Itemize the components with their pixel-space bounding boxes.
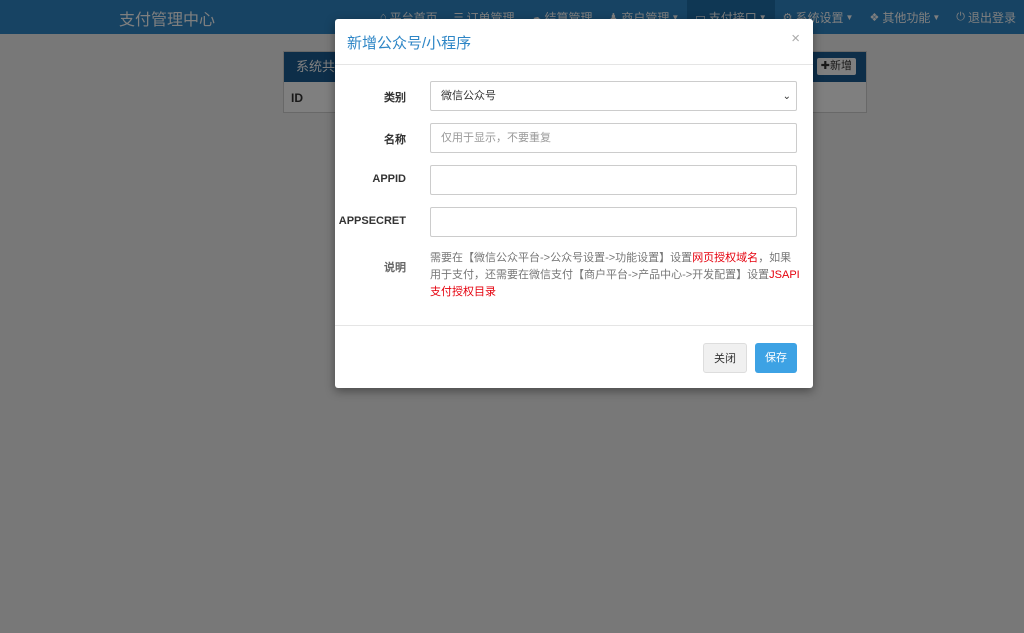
modal-header: 新增公众号/小程序 × [335,19,813,65]
name-row: 名称 仅用于显示，不要重复 [335,123,813,153]
modal-title: 新增公众号/小程序 [347,35,472,52]
appid-label: APPID [372,173,406,185]
name-label: 名称 [384,134,406,146]
description-label: 说明 [384,262,406,274]
appsecret-label: APPSECRET [338,215,406,227]
appid-input[interactable] [430,165,797,195]
description-text: 需要在【微信公众平台->公众号设置->功能设置】设置网页授权域名，如果用于支付，… [430,252,800,298]
name-input[interactable]: 仅用于显示，不要重复 [430,123,797,153]
appsecret-input[interactable] [430,207,797,237]
type-label: 类别 [384,92,406,104]
appsecret-row: APPSECRET [335,207,813,237]
name-placeholder: 仅用于显示，不要重复 [441,132,551,144]
chevron-down-icon: ⌄ [782,91,791,102]
type-select-value: 微信公众号 [441,90,496,102]
close-icon[interactable]: × [791,30,800,47]
highlight-domain: 网页授权域名 [692,252,759,264]
modal-footer: 关闭 保存 [335,325,813,389]
appid-row: APPID [335,165,813,195]
save-button[interactable]: 保存 [755,343,797,373]
add-account-modal: 新增公众号/小程序 × 类别 微信公众号 ⌄ 名称 仅用于显示，不要重复 APP… [335,19,813,388]
type-row: 类别 微信公众号 ⌄ [335,81,813,111]
close-button[interactable]: 关闭 [703,343,747,373]
type-select[interactable]: 微信公众号 ⌄ [430,81,797,111]
